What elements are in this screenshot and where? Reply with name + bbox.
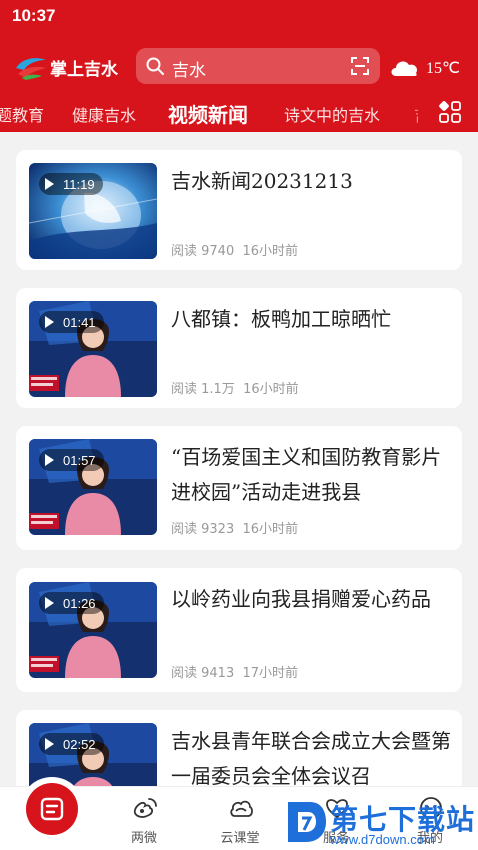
nav-label: 两微	[130, 831, 157, 846]
play-icon	[45, 178, 54, 190]
news-card[interactable]: 01:26 以岭药业向我县捐赠爱心药品 阅读 9413 17小时前	[16, 568, 462, 692]
duration-text: 11:19	[63, 176, 95, 192]
read-count: 阅读 9323	[171, 522, 235, 537]
category-grid-icon[interactable]	[438, 100, 462, 124]
weather-widget[interactable]: 15℃	[388, 56, 468, 80]
search-text: 吉水	[172, 61, 206, 81]
publish-time: 16小时前	[242, 522, 299, 537]
play-icon	[45, 316, 54, 328]
video-thumbnail[interactable]: 01:26	[29, 582, 157, 678]
news-card[interactable]: 11:19 吉水新闻20231213 阅读 9740 16小时前	[16, 150, 462, 270]
video-duration: 11:19	[39, 173, 103, 195]
news-meta: 阅读 9323 16小时前	[171, 518, 298, 537]
video-thumbnail[interactable]: 01:41	[29, 301, 157, 397]
watermark-logo-icon	[288, 802, 326, 842]
home-button-bg	[26, 783, 78, 835]
video-thumbnail[interactable]: 01:57	[29, 439, 157, 535]
news-meta: 阅读 9740 16小时前	[171, 240, 298, 259]
category-tabs: 题教育 健康吉水 视频新闻 诗文中的吉水 吉	[0, 94, 478, 132]
search-bar[interactable]: 吉水	[136, 48, 380, 84]
app-header: 掌上吉水 吉水 15℃	[0, 34, 478, 94]
news-title[interactable]: “百场爱国主义和国防教育影片进校园”活动走进我县	[171, 440, 451, 510]
temperature: 15℃	[426, 60, 460, 77]
duration-text: 01:26	[63, 595, 96, 611]
home-button[interactable]	[20, 777, 84, 841]
tab-poetry[interactable]: 诗文中的吉水	[284, 102, 380, 126]
video-duration: 01:26	[39, 592, 104, 614]
news-card[interactable]: 01:41 八都镇：板鸭加工晾晒忙 阅读 1.1万 16小时前	[16, 288, 462, 408]
home-news-icon	[40, 797, 64, 821]
status-bar: 10:37	[0, 0, 478, 34]
news-title[interactable]: 吉水县青年联合会成立大会暨第一届委员会全体会议召	[171, 724, 451, 786]
nav-cloud-class[interactable]: 云课堂	[200, 787, 280, 850]
read-count: 阅读 9740	[171, 244, 235, 259]
publish-time: 16小时前	[242, 244, 299, 259]
video-duration: 01:57	[39, 449, 104, 471]
video-thumbnail[interactable]: 11:19	[29, 163, 157, 259]
publish-time: 17小时前	[242, 666, 299, 681]
cloud-weather-icon	[391, 61, 418, 76]
news-title[interactable]: 以岭药业向我县捐赠爱心药品	[171, 582, 451, 617]
publish-time: 16小时前	[243, 382, 299, 397]
duration-text: 01:41	[63, 314, 96, 330]
duration-text: 02:52	[63, 736, 96, 752]
news-feed[interactable]: 11:19 吉水新闻20231213 阅读 9740 16小时前 01:41 八…	[0, 132, 478, 786]
news-meta: 阅读 9413 17小时前	[171, 662, 298, 681]
news-title[interactable]: 八都镇：板鸭加工晾晒忙	[171, 302, 451, 337]
news-card[interactable]: 01:57 “百场爱国主义和国防教育影片进校园”活动走进我县 阅读 9323 1…	[16, 426, 462, 550]
video-duration: 02:52	[39, 733, 104, 755]
read-count: 阅读 9413	[171, 666, 235, 681]
play-icon	[45, 454, 54, 466]
weibo-icon	[133, 798, 157, 818]
play-icon	[45, 597, 54, 609]
play-icon	[45, 738, 54, 750]
watermark-url: www.d7down.com	[330, 832, 435, 847]
news-title[interactable]: 吉水新闻20231213	[171, 164, 451, 199]
nav-label: 云课堂	[220, 831, 260, 846]
news-meta: 阅读 1.1万 16小时前	[171, 378, 299, 397]
news-card[interactable]: 02:52 吉水县青年联合会成立大会暨第一届委员会全体会议召	[16, 710, 462, 786]
scan-icon[interactable]	[350, 56, 370, 76]
watermark: 第七下载站 www.d7down.com	[282, 792, 478, 850]
tab-health[interactable]: 健康吉水	[72, 102, 136, 126]
status-time: 10:37	[12, 6, 56, 25]
video-duration: 01:41	[39, 311, 104, 333]
tab-video-news[interactable]: 视频新闻	[168, 99, 248, 128]
duration-text: 01:57	[63, 452, 96, 468]
logo-icon	[16, 58, 46, 80]
nav-liangwei[interactable]: 两微	[104, 787, 184, 850]
read-count: 阅读 1.1万	[171, 382, 235, 397]
search-icon	[146, 57, 164, 75]
app-logo[interactable]: 掌上吉水	[14, 52, 129, 82]
logo-text: 掌上吉水	[50, 59, 118, 80]
tab-education[interactable]: 题教育	[0, 102, 44, 126]
cloud-icon	[230, 800, 253, 817]
